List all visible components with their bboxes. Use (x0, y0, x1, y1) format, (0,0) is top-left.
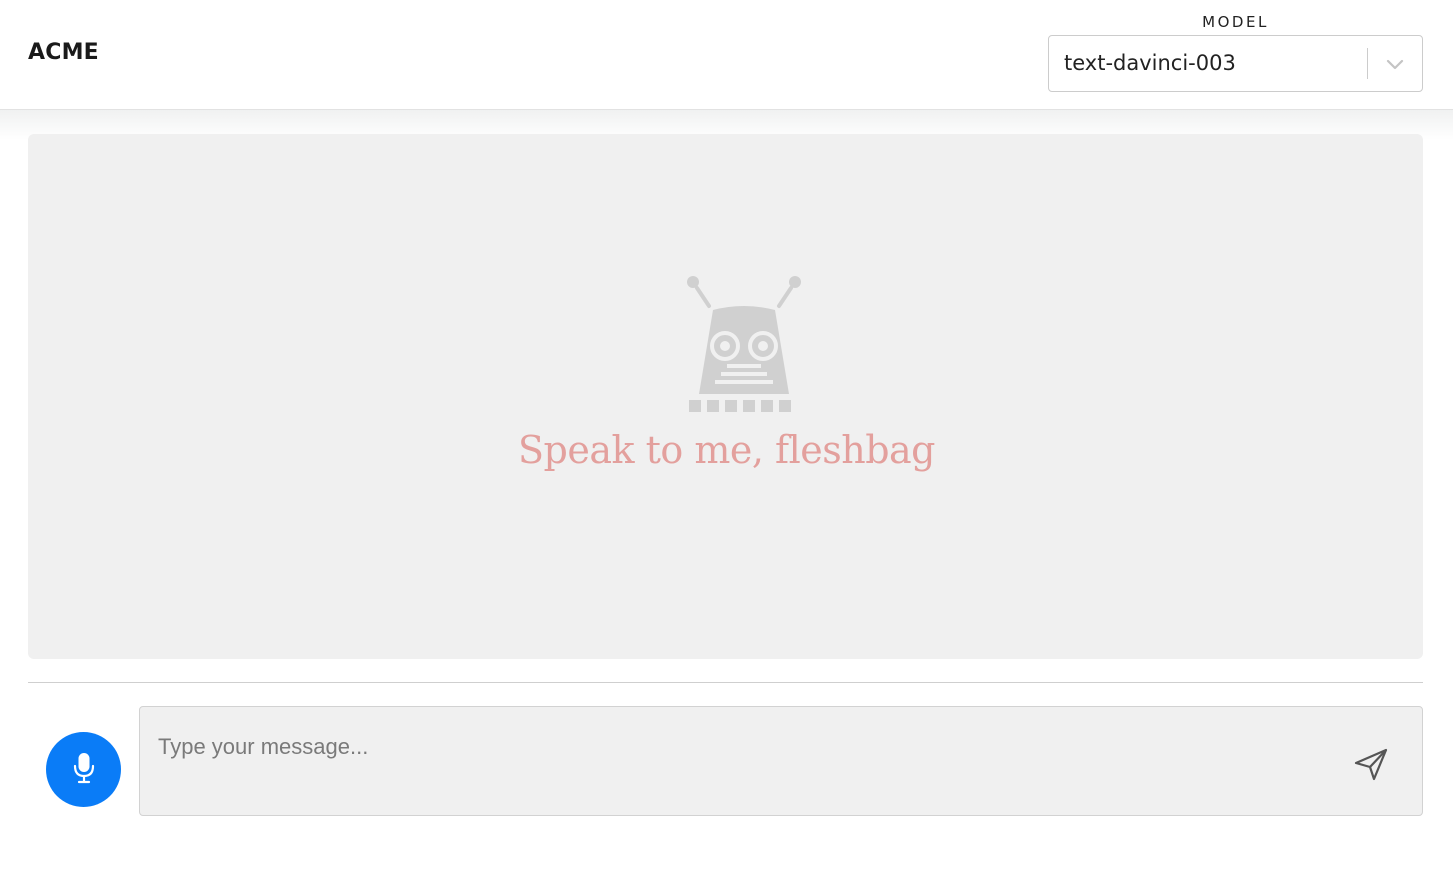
composer-divider (28, 682, 1423, 683)
robot-icon (683, 272, 805, 417)
microphone-icon (71, 751, 97, 789)
model-label: MODEL (1202, 13, 1269, 31)
chevron-down-icon[interactable] (1384, 54, 1406, 74)
model-selected-value: text-davinci-003 (1064, 51, 1236, 75)
empty-state-tagline: Speak to me, fleshbag (518, 428, 936, 472)
select-separator (1367, 48, 1368, 79)
microphone-button[interactable] (46, 732, 121, 807)
model-select[interactable]: text-davinci-003 (1048, 35, 1423, 92)
message-composer (139, 706, 1423, 816)
top-header: ACME MODEL text-davinci-003 (0, 0, 1453, 110)
send-icon[interactable] (1352, 745, 1392, 785)
brand-logo: ACME (28, 40, 99, 65)
message-input[interactable] (158, 727, 1308, 767)
